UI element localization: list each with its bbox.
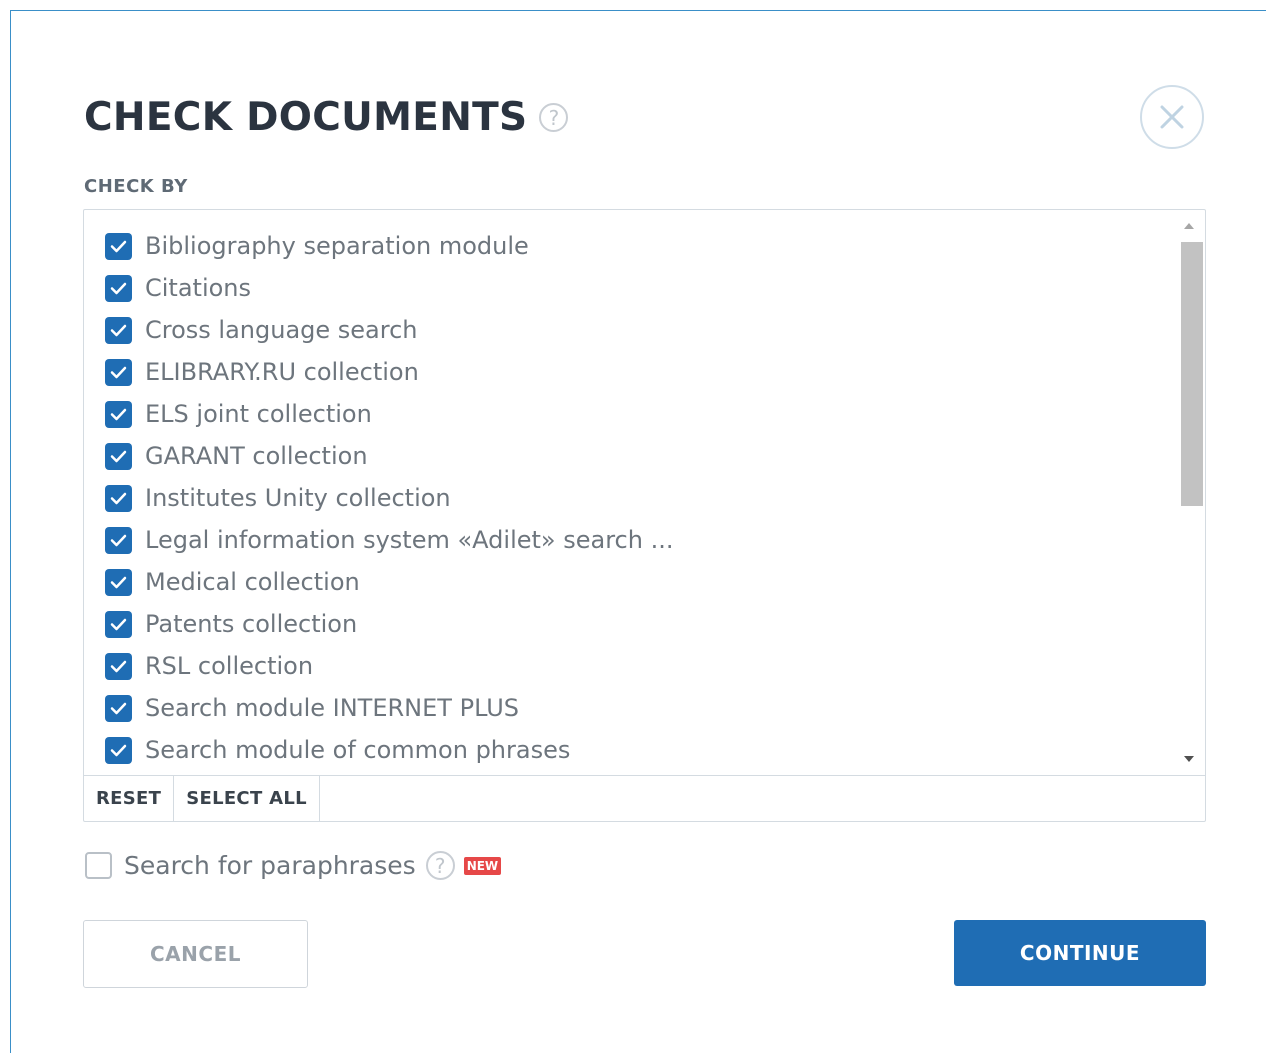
checkmark-icon bbox=[110, 324, 127, 336]
close-button[interactable] bbox=[1140, 85, 1204, 149]
checkmark-icon bbox=[110, 744, 127, 756]
dialog-title: CHECK DOCUMENTS bbox=[84, 95, 528, 140]
paraphrase-checkbox[interactable] bbox=[85, 852, 112, 879]
new-badge: NEW bbox=[463, 856, 502, 875]
check-by-list-scroll-area: Bibliography separation module Citations… bbox=[84, 210, 1205, 776]
list-item-label: Institutes Unity collection bbox=[145, 484, 451, 512]
list-item[interactable]: Citations bbox=[105, 273, 251, 303]
paraphrase-label[interactable]: Search for paraphrases bbox=[124, 851, 416, 880]
checkbox-checked[interactable] bbox=[105, 316, 132, 344]
paraphrase-row: Search for paraphrases ? NEW bbox=[85, 851, 502, 880]
scrollbar-thumb[interactable] bbox=[1181, 242, 1203, 506]
close-icon bbox=[1160, 105, 1184, 129]
list-item-label: ELS joint collection bbox=[145, 400, 372, 428]
list-item-label: Cross language search bbox=[145, 316, 418, 344]
checkbox-checked[interactable] bbox=[105, 736, 132, 764]
list-footer: RESET SELECT ALL bbox=[84, 775, 1205, 821]
checkmark-icon bbox=[110, 366, 127, 378]
reset-button[interactable]: RESET bbox=[84, 775, 175, 821]
list-item[interactable]: Bibliography separation module bbox=[105, 231, 529, 261]
list-item[interactable]: Search module of common phrases bbox=[105, 735, 570, 765]
checkbox-checked[interactable] bbox=[105, 400, 132, 428]
scroll-down-arrow-icon[interactable] bbox=[1177, 749, 1201, 769]
checkbox-checked[interactable] bbox=[105, 694, 132, 722]
scroll-up-arrow-icon[interactable] bbox=[1177, 216, 1201, 236]
list-item[interactable]: Medical collection bbox=[105, 567, 360, 597]
list-item[interactable]: Legal information system «Adilet» search… bbox=[105, 525, 673, 555]
checkmark-icon bbox=[110, 534, 127, 546]
list-item-label: Patents collection bbox=[145, 610, 358, 638]
checkmark-icon bbox=[110, 618, 127, 630]
checkbox-checked[interactable] bbox=[105, 232, 132, 260]
checkmark-icon bbox=[110, 408, 127, 420]
list-item[interactable]: ELIBRARY.RU collection bbox=[105, 357, 419, 387]
checkmark-icon bbox=[110, 702, 127, 714]
checkbox-checked[interactable] bbox=[105, 610, 132, 638]
checkbox-checked[interactable] bbox=[105, 652, 132, 680]
checkmark-icon bbox=[110, 450, 127, 462]
title-row: CHECK DOCUMENTS ? bbox=[84, 95, 569, 140]
check-by-label: CHECK BY bbox=[84, 176, 188, 197]
list-item[interactable]: RSL collection bbox=[105, 651, 313, 681]
list-item-label: GARANT collection bbox=[145, 442, 368, 470]
list-item-label: Medical collection bbox=[145, 568, 360, 596]
checkmark-icon bbox=[110, 492, 127, 504]
checkmark-icon bbox=[110, 576, 127, 588]
checkbox-checked[interactable] bbox=[105, 442, 132, 470]
checkbox-checked[interactable] bbox=[105, 358, 132, 386]
list-item[interactable]: Institutes Unity collection bbox=[105, 483, 451, 513]
checkmark-icon bbox=[110, 282, 127, 294]
list-item-label: Search module INTERNET PLUS bbox=[145, 694, 520, 722]
checkbox-checked[interactable] bbox=[105, 484, 132, 512]
list-item[interactable]: Patents collection bbox=[105, 609, 357, 639]
checkbox-checked[interactable] bbox=[105, 274, 132, 302]
select-all-button[interactable]: SELECT ALL bbox=[174, 775, 320, 821]
checkbox-checked[interactable] bbox=[105, 568, 132, 596]
vertical-scrollbar[interactable] bbox=[1177, 216, 1203, 769]
list-item-label: Legal information system «Adilet» search… bbox=[145, 526, 674, 554]
checkmark-icon bbox=[110, 240, 127, 252]
continue-button[interactable]: CONTINUE bbox=[954, 920, 1206, 986]
list-item[interactable]: ELS joint collection bbox=[105, 399, 372, 429]
check-documents-dialog: CHECK DOCUMENTS ? CHECK BY Bibliography … bbox=[10, 10, 1266, 1053]
list-item-label: Bibliography separation module bbox=[145, 232, 529, 260]
list-item-label: Search module of common phrases bbox=[145, 736, 571, 764]
list-item-label: Citations bbox=[145, 274, 252, 302]
list-item[interactable]: Cross language search bbox=[105, 315, 418, 345]
paraphrase-help-icon[interactable]: ? bbox=[425, 851, 455, 880]
list-item-label: ELIBRARY.RU collection bbox=[145, 358, 419, 386]
checkbox-checked[interactable] bbox=[105, 526, 132, 554]
list-item[interactable]: Search module INTERNET PLUS bbox=[105, 693, 519, 723]
check-by-list: Bibliography separation module Citations… bbox=[83, 209, 1206, 822]
checkmark-icon bbox=[110, 660, 127, 672]
cancel-button[interactable]: CANCEL bbox=[83, 920, 308, 988]
list-item-label: RSL collection bbox=[145, 652, 314, 680]
list-item[interactable]: GARANT collection bbox=[105, 441, 368, 471]
help-icon[interactable]: ? bbox=[539, 103, 569, 132]
